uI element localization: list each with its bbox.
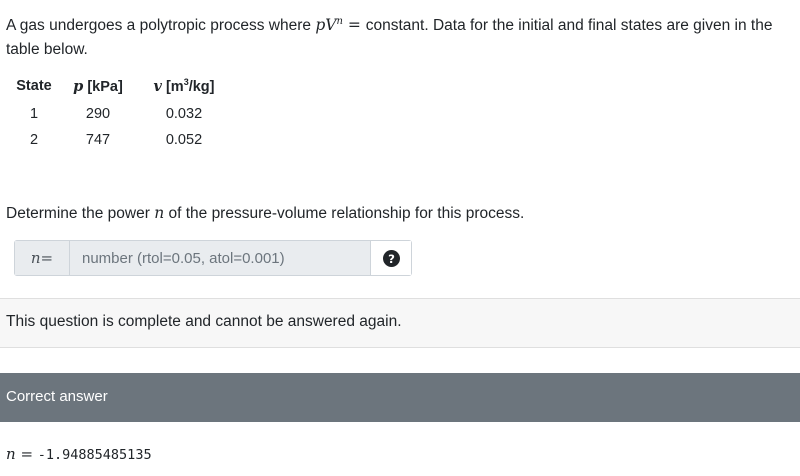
answer-equals: = (15, 445, 38, 463)
equation-equals: = (342, 16, 366, 35)
completion-notice: This question is complete and cannot be … (0, 298, 800, 348)
cell-state: 2 (29, 132, 39, 148)
answer-symbol: n (6, 445, 16, 463)
answer-input-group: n = ? (14, 240, 412, 276)
state-data-table: State p [kPa] v [m3/kg] 1 290 0.032 2 74… (8, 74, 232, 153)
correct-answer-value: n = -1.94885485135 (6, 445, 152, 463)
question-circle-icon: ? (382, 249, 400, 267)
header-volume: v [m3/kg] (136, 74, 232, 101)
header-pressure: p [kPa] (60, 74, 136, 101)
answer-number: -1.94885485135 (37, 447, 152, 463)
header-volume-unit-post: /kg] (188, 78, 215, 95)
prompt-suffix: of the pressure-volume relationship for … (164, 205, 525, 222)
equation-lhs: pV (315, 16, 337, 35)
input-label: n = (15, 241, 70, 275)
question-prompt: Determine the power n of the pressure-vo… (6, 201, 524, 226)
input-label-equals: = (40, 249, 54, 267)
header-state: State (16, 78, 52, 94)
help-button[interactable]: ? (370, 241, 411, 275)
cell-pressure: 290 (85, 106, 111, 122)
table-row: 1 290 0.032 (8, 101, 232, 127)
header-pressure-symbol: p (73, 77, 84, 95)
svg-text:?: ? (388, 251, 395, 265)
input-label-symbol: n (30, 249, 41, 267)
table-row: 2 747 0.052 (8, 127, 232, 153)
cell-volume: 0.052 (165, 132, 203, 148)
header-volume-unit-pre: [m (165, 78, 184, 95)
answer-input[interactable] (70, 241, 370, 275)
cell-pressure: 747 (85, 132, 111, 148)
question-text: A gas undergoes a polytropic process whe… (6, 10, 791, 62)
prompt-prefix: Determine the power (6, 205, 155, 222)
correct-answer-header: Correct answer (0, 373, 800, 422)
cell-state: 1 (29, 106, 39, 122)
header-volume-symbol: v (153, 77, 162, 95)
intro-prefix: A gas undergoes a polytropic process whe… (6, 17, 316, 35)
correct-answer-title: Correct answer (6, 388, 108, 405)
completion-message: This question is complete and cannot be … (6, 313, 402, 330)
table-header-row: State p [kPa] v [m3/kg] (8, 74, 232, 101)
prompt-symbol: n (154, 204, 165, 222)
header-pressure-unit: [kPa] (87, 78, 123, 95)
cell-volume: 0.032 (165, 106, 203, 122)
